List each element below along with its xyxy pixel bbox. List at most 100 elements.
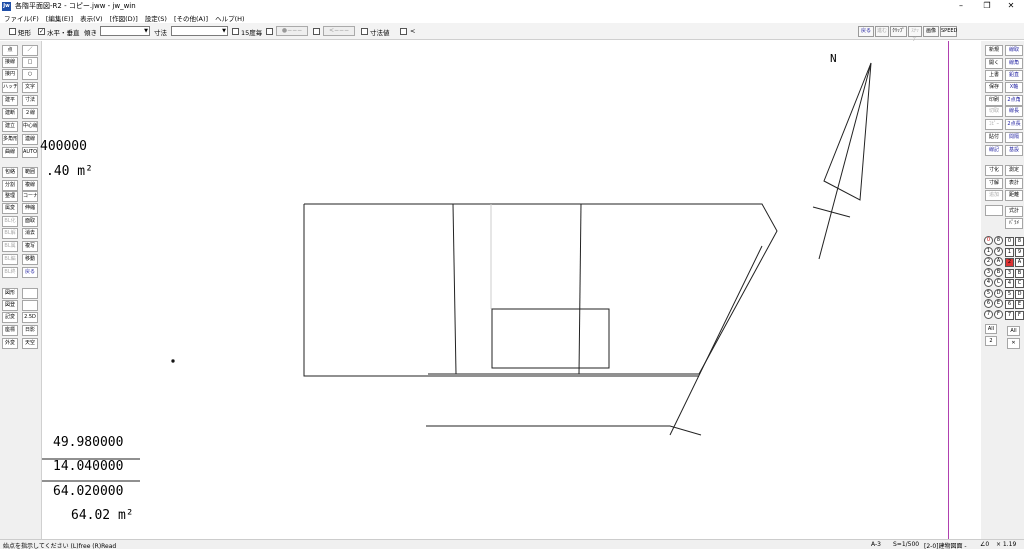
layer-group-button-E[interactable]: E — [1015, 300, 1024, 309]
paper-size[interactable]: A-3 — [871, 541, 881, 548]
right-tool-13-1[interactable]: ﾊﾟﾗﾒ — [1005, 218, 1023, 229]
right-tool-10-0[interactable]: 寸解 — [985, 178, 1003, 189]
layer-group-button-4[interactable]: 4 — [1005, 279, 1014, 288]
scale-left[interactable]: 2 — [985, 336, 997, 346]
layer-group-button-9[interactable]: 9 — [1015, 247, 1024, 257]
layer-button-E[interactable]: E — [994, 299, 1003, 308]
right-tool-11-0[interactable]: 追加 — [985, 190, 1003, 201]
left-tool-12-0[interactable]: 属変 — [2, 203, 18, 214]
left-tool-9-1[interactable]: 範囲 — [22, 167, 38, 178]
left-tool-20-0[interactable]: 記変 — [2, 312, 18, 323]
left-tool-2-0[interactable]: 接円 — [2, 69, 18, 80]
left-tool-6-0[interactable]: 建立 — [2, 121, 18, 132]
redo-button[interactable]: 進む — [875, 26, 889, 37]
right-tool-10-1[interactable]: 表計 — [1005, 178, 1023, 189]
left-tool-19-0[interactable]: 図登 — [2, 300, 18, 311]
right-tool-2-1[interactable]: 鉛直 — [1005, 70, 1023, 81]
arrow2-checkbox[interactable] — [313, 28, 320, 35]
layer-group-button-1[interactable]: 1 — [1005, 247, 1014, 257]
left-tool-15-0[interactable]: BL属 — [2, 241, 18, 252]
menu-file[interactable]: ファイル(F) — [4, 13, 39, 23]
left-tool-3-1[interactable]: 文字 — [22, 82, 38, 93]
left-tool-5-1[interactable]: ２線 — [22, 108, 38, 119]
left-tool-1-0[interactable]: 接線 — [2, 57, 18, 68]
right-tool-11-1[interactable]: 距離 — [1005, 190, 1023, 201]
left-tool-22-1[interactable]: 天空 — [22, 338, 38, 349]
left-tool-17-0[interactable]: BL終 — [2, 267, 18, 278]
zoom-readout[interactable]: × 1.19 — [996, 541, 1016, 548]
left-tool-18-1[interactable] — [22, 288, 38, 299]
layer-button-7[interactable]: 7 — [984, 309, 993, 319]
left-tool-0-0[interactable]: 点 — [2, 45, 18, 56]
left-tool-21-0[interactable]: 座標 — [2, 325, 18, 336]
left-tool-1-1[interactable]: □ — [22, 57, 38, 68]
dim-combo[interactable]: ▼ — [171, 26, 228, 36]
angle-readout[interactable]: ∠0 — [980, 541, 989, 548]
layer-group-button-D[interactable]: D — [1015, 289, 1024, 299]
clip-button[interactable]: ｸﾘｯﾌﾟ — [890, 26, 907, 37]
layer-group-button-6[interactable]: 6 — [1005, 300, 1014, 309]
right-tool-4-1[interactable]: 2点角 — [1005, 95, 1023, 106]
layer-group-button-2[interactable]: 2 — [1005, 258, 1014, 267]
right-tool-12-1[interactable]: 式計 — [1005, 206, 1023, 217]
drawing-scale[interactable]: S=1/500 — [893, 541, 919, 548]
right-tool-0-0[interactable]: 新規 — [985, 45, 1003, 56]
all-layers-right[interactable]: All — [1007, 326, 1020, 336]
speed-button[interactable]: SPEED — [940, 26, 957, 37]
right-tool-3-1[interactable]: X軸 — [1005, 82, 1023, 93]
right-tool-5-0[interactable]: 切取 — [985, 106, 1003, 117]
right-tool-5-1[interactable]: 線長 — [1005, 106, 1023, 117]
right-tool-9-0[interactable]: 寸化 — [985, 165, 1003, 176]
right-tool-7-1[interactable]: 間隔 — [1005, 132, 1023, 143]
rect-checkbox[interactable] — [9, 28, 16, 35]
arrow2-button[interactable]: <−−− — [323, 26, 355, 36]
left-tool-7-1[interactable]: 連線 — [22, 134, 38, 145]
menu-view[interactable]: 表示(V) — [80, 13, 103, 23]
horiz-vert-checkbox[interactable]: ✓ — [38, 28, 45, 35]
lt-checkbox[interactable] — [400, 28, 407, 35]
left-tool-11-1[interactable]: コーナー — [22, 191, 38, 202]
layer-button-8[interactable]: 8 — [994, 236, 1003, 245]
layer-button-0[interactable]: 0 — [984, 236, 993, 245]
left-tool-13-1[interactable]: 面取 — [22, 216, 38, 227]
layer-button-2[interactable]: 2 — [984, 257, 993, 266]
undo-button[interactable]: 戻る — [858, 26, 874, 37]
left-tool-14-0[interactable]: BL解 — [2, 228, 18, 239]
left-tool-17-1[interactable]: 戻る — [22, 267, 38, 278]
left-tool-20-1[interactable]: 2.5D — [22, 312, 38, 323]
right-tool-9-1[interactable]: 測定 — [1005, 165, 1023, 176]
left-tool-8-0[interactable]: 曲線 — [2, 147, 18, 158]
left-tool-19-1[interactable] — [22, 300, 38, 311]
layer-button-1[interactable]: 1 — [984, 246, 993, 256]
left-tool-7-0[interactable]: 多角形 — [2, 134, 18, 145]
left-tool-12-1[interactable]: 伸縮 — [22, 203, 38, 214]
right-tool-1-0[interactable]: 開く — [985, 58, 1003, 69]
deg15-checkbox[interactable] — [232, 28, 239, 35]
layer-group-button-A[interactable]: A — [1015, 258, 1024, 267]
right-tool-7-0[interactable]: 貼付 — [985, 132, 1003, 143]
left-tool-0-1[interactable]: ／ — [22, 45, 38, 56]
right-tool-6-0[interactable]: ｺﾋﾟｰ — [985, 119, 1003, 130]
menu-settings[interactable]: 設定(S) — [145, 13, 167, 23]
slope-combo[interactable]: ▼ — [100, 26, 150, 36]
layer-button-C[interactable]: C — [994, 278, 1003, 287]
layer-button-A[interactable]: A — [994, 257, 1003, 266]
layer-button-4[interactable]: 4 — [984, 278, 993, 287]
left-tool-14-1[interactable]: 消去 — [22, 228, 38, 239]
left-tool-21-1[interactable]: 日影 — [22, 325, 38, 336]
left-tool-15-1[interactable]: 複写 — [22, 241, 38, 252]
menu-other[interactable]: [その他(A)] — [174, 13, 208, 23]
left-tool-4-1[interactable]: 寸法 — [22, 95, 38, 106]
layer-group-button-5[interactable]: 5 — [1005, 289, 1014, 299]
drawing-canvas[interactable]: N 400000 .40 m² 49.980000 14.040000 64.0… — [40, 41, 948, 539]
left-tool-5-0[interactable]: 建断 — [2, 108, 18, 119]
right-tool-8-0[interactable]: 線記 — [985, 145, 1003, 156]
image-button[interactable]: 画像 — [923, 26, 939, 37]
layer-button-B[interactable]: B — [994, 267, 1003, 277]
close-icon[interactable]: ✕ — [1007, 338, 1020, 349]
left-tool-2-1[interactable]: ○ — [22, 69, 38, 80]
layer-group-button-3[interactable]: 3 — [1005, 268, 1014, 278]
all-layers-left[interactable]: All — [985, 324, 997, 334]
left-tool-4-0[interactable]: 建平 — [2, 95, 18, 106]
right-tool-3-0[interactable]: 保存 — [985, 82, 1003, 93]
